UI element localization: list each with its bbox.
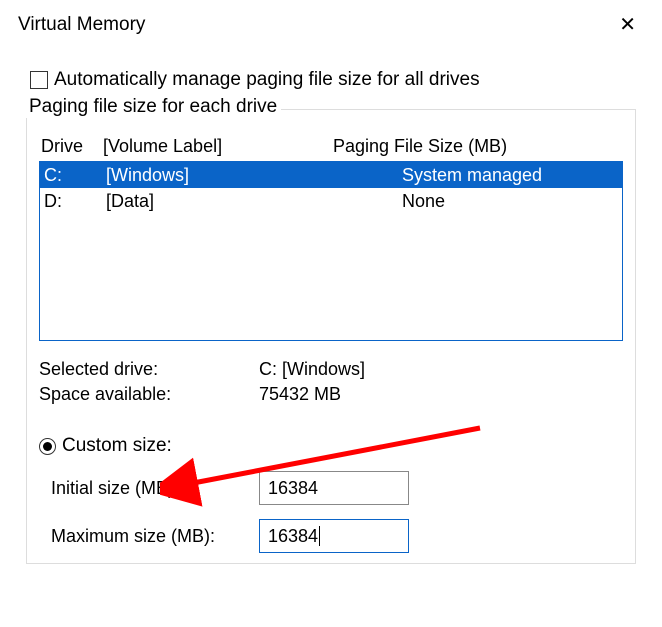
drive-label: [Windows]	[106, 163, 356, 187]
header-drive: Drive	[41, 136, 103, 157]
auto-manage-checkbox[interactable]	[30, 71, 48, 89]
custom-size-radio[interactable]	[39, 438, 56, 455]
drive-row-c[interactable]: C: [Windows] System managed	[40, 162, 622, 188]
drive-listbox[interactable]: C: [Windows] System managed D: [Data] No…	[39, 161, 623, 341]
close-icon[interactable]: ✕	[611, 10, 644, 39]
auto-manage-label: Automatically manage paging file size fo…	[54, 69, 480, 91]
drive-list-header: Drive [Volume Label] Paging File Size (M…	[39, 132, 623, 161]
initial-size-input[interactable]: 16384	[259, 471, 409, 505]
group-legend: Paging file size for each drive	[25, 96, 281, 118]
text-caret	[319, 526, 320, 546]
drive-letter: C:	[44, 163, 106, 187]
selected-drive-value: C: [Windows]	[259, 359, 623, 380]
custom-size-label: Custom size:	[62, 435, 172, 457]
selected-drive-label: Selected drive:	[39, 359, 259, 380]
drive-row-d[interactable]: D: [Data] None	[40, 188, 622, 214]
header-volume-label: [Volume Label]	[103, 136, 333, 157]
drive-paging-size: None	[356, 189, 618, 213]
initial-size-label: Initial size (MB):	[39, 478, 259, 499]
window-title: Virtual Memory	[18, 14, 145, 36]
paging-file-group: Paging file size for each drive Drive [V…	[26, 109, 636, 564]
drive-label: [Data]	[106, 189, 356, 213]
maximum-size-label: Maximum size (MB):	[39, 526, 259, 547]
space-available-value: 75432 MB	[259, 384, 623, 405]
drive-paging-size: System managed	[356, 163, 618, 187]
space-available-label: Space available:	[39, 384, 259, 405]
drive-letter: D:	[44, 189, 106, 213]
maximum-size-input[interactable]: 16384	[259, 519, 409, 553]
header-paging-size: Paging File Size (MB)	[333, 136, 621, 157]
